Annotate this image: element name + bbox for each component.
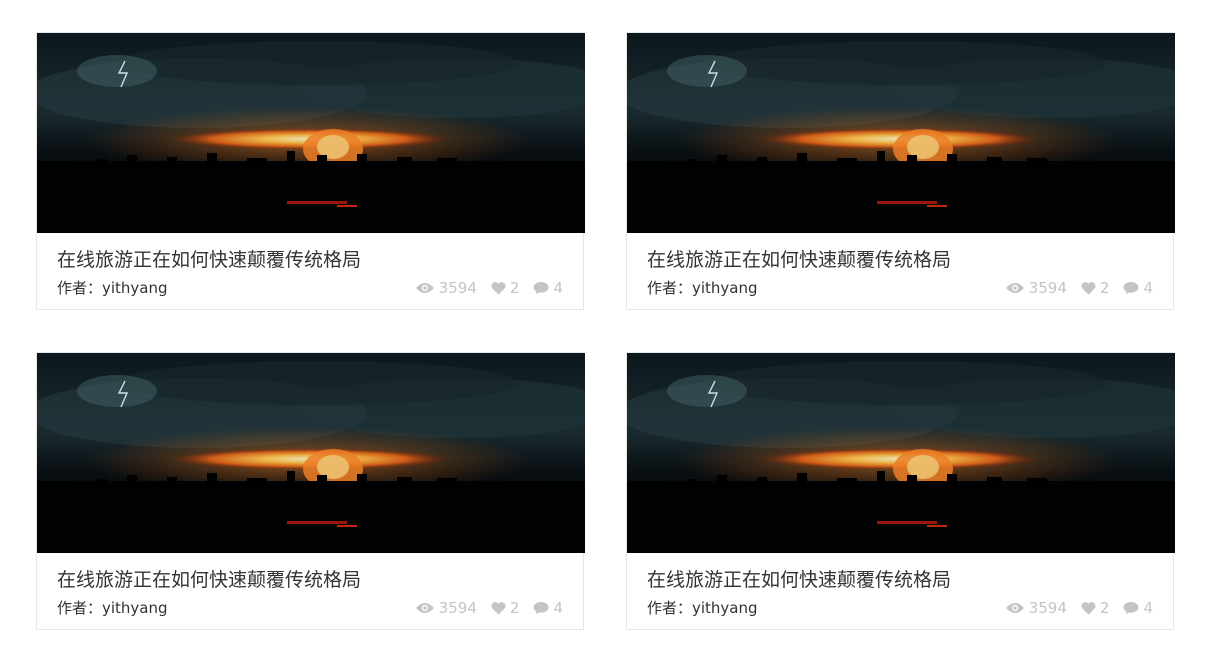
article-author: 作者：yithyang (647, 279, 758, 297)
likes-count: 2 (509, 599, 520, 617)
article-author: 作者：yithyang (57, 599, 168, 617)
views-count: 3594 (1028, 599, 1067, 617)
views-count: 3594 (1028, 279, 1067, 297)
comments-count: 4 (1143, 279, 1153, 297)
article-card[interactable]: 在线旅游正在如何快速颠覆传统格局 作者：yithyang 3594 2 4 (36, 32, 585, 310)
article-title[interactable]: 在线旅游正在如何快速颠覆传统格局 (57, 247, 361, 273)
article-title[interactable]: 在线旅游正在如何快速颠覆传统格局 (57, 567, 361, 593)
article-thumbnail[interactable] (37, 353, 585, 553)
article-thumbnail[interactable] (37, 33, 585, 233)
comments-stat[interactable]: 4 (533, 599, 563, 617)
likes-stat[interactable]: 2 (491, 279, 520, 297)
eye-icon (1005, 603, 1024, 613)
comment-icon (533, 282, 549, 295)
comments-count: 4 (553, 279, 563, 297)
article-thumbnail[interactable] (627, 353, 1175, 553)
article-stats: 3594 2 4 (415, 597, 563, 619)
comments-stat[interactable]: 4 (1123, 279, 1153, 297)
article-author: 作者：yithyang (647, 599, 758, 617)
eye-icon (1005, 283, 1024, 293)
comment-icon (1123, 602, 1139, 615)
heart-icon (1081, 602, 1096, 615)
views-stat: 3594 (415, 599, 477, 617)
eye-icon (415, 283, 434, 293)
article-stats: 3594 2 4 (1005, 277, 1153, 299)
likes-stat[interactable]: 2 (1081, 599, 1110, 617)
likes-stat[interactable]: 2 (1081, 279, 1110, 297)
article-stats: 3594 2 4 (415, 277, 563, 299)
article-author: 作者：yithyang (57, 279, 168, 297)
likes-stat[interactable]: 2 (491, 599, 520, 617)
article-card[interactable]: 在线旅游正在如何快速颠覆传统格局 作者：yithyang 3594 2 4 (36, 352, 585, 630)
article-thumbnail[interactable] (627, 33, 1175, 233)
comment-icon (533, 602, 549, 615)
likes-count: 2 (1099, 279, 1110, 297)
comments-stat[interactable]: 4 (1123, 599, 1153, 617)
views-count: 3594 (438, 279, 477, 297)
views-stat: 3594 (415, 279, 477, 297)
views-stat: 3594 (1005, 599, 1067, 617)
views-stat: 3594 (1005, 279, 1067, 297)
comments-stat[interactable]: 4 (533, 279, 563, 297)
comment-icon (1123, 282, 1139, 295)
article-card[interactable]: 在线旅游正在如何快速颠覆传统格局 作者：yithyang 3594 2 4 (626, 352, 1175, 630)
article-stats: 3594 2 4 (1005, 597, 1153, 619)
heart-icon (1081, 282, 1096, 295)
article-card[interactable]: 在线旅游正在如何快速颠覆传统格局 作者：yithyang 3594 2 4 (626, 32, 1175, 310)
article-title[interactable]: 在线旅游正在如何快速颠覆传统格局 (647, 567, 951, 593)
comments-count: 4 (553, 599, 563, 617)
likes-count: 2 (509, 279, 520, 297)
views-count: 3594 (438, 599, 477, 617)
eye-icon (415, 603, 434, 613)
likes-count: 2 (1099, 599, 1110, 617)
article-title[interactable]: 在线旅游正在如何快速颠覆传统格局 (647, 247, 951, 273)
comments-count: 4 (1143, 599, 1153, 617)
heart-icon (491, 602, 506, 615)
heart-icon (491, 282, 506, 295)
